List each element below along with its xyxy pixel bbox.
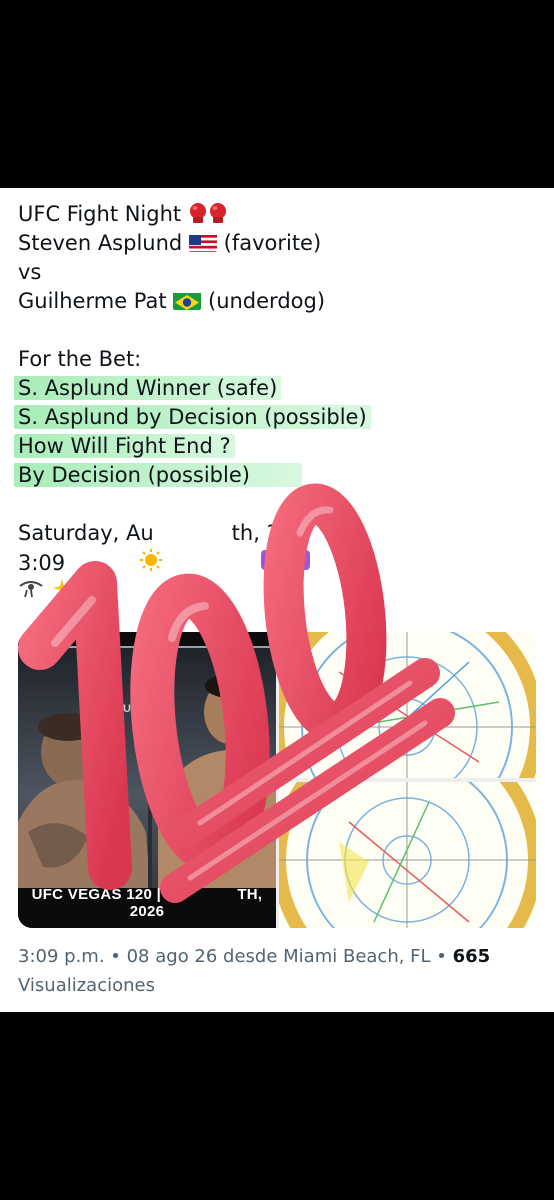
purple-square-icon bbox=[260, 549, 282, 579]
post-meta: 3:09 p.m. • 08 ago 26 desde Miami Beach,… bbox=[18, 942, 538, 1000]
fighters-graphic: UFC bbox=[18, 632, 276, 928]
sparkles-icon bbox=[51, 577, 73, 607]
post-line-time: 3:09 bbox=[18, 548, 311, 580]
post-line-fighter-1: Steven Asplund (favorite) bbox=[18, 231, 322, 255]
fight-poster-image[interactable]: UFC UFC VEGAS 120 | AU TH, 2026 bbox=[18, 632, 276, 928]
astrology-wheel-graphic bbox=[279, 782, 536, 928]
astrology-chart-image[interactable] bbox=[279, 782, 536, 928]
brazil-flag-icon bbox=[173, 291, 202, 310]
post-line-title: UFC Fight Night bbox=[18, 200, 228, 229]
astrology-wheel-graphic bbox=[279, 632, 536, 778]
boxing-glove-icon bbox=[208, 202, 228, 224]
post-line-symbols bbox=[18, 577, 73, 607]
eye-of-horus-icon bbox=[18, 577, 44, 607]
post-line-vs: vs bbox=[18, 260, 42, 284]
bet-line: S. Asplund Winner (safe) bbox=[14, 374, 282, 403]
us-flag-icon bbox=[188, 233, 217, 252]
poster-caption: UFC VEGAS 120 | AU TH, 2026 bbox=[31, 886, 263, 920]
views-label: Visualizaciones bbox=[18, 975, 155, 996]
ufc-logo-text: UFC bbox=[123, 703, 146, 715]
bet-line: By Decision (possible) bbox=[14, 461, 302, 490]
bet-line: How Will Fight End ? bbox=[14, 432, 235, 461]
post-line-bet-header: For the Bet: bbox=[18, 347, 142, 371]
post-timestamp[interactable]: 3:09 p.m. • 08 ago 26 desde Miami Beach,… bbox=[18, 946, 447, 967]
purple-square-icon bbox=[289, 549, 311, 579]
views-count: 665 bbox=[452, 946, 491, 967]
boxing-glove-icon bbox=[188, 202, 208, 224]
bet-line: S. Asplund by Decision (possible) bbox=[14, 403, 371, 432]
sun-icon bbox=[139, 548, 163, 580]
post-card: UFC Fight Night Steven Asplund (favorite… bbox=[0, 188, 554, 1012]
astrology-chart-image[interactable] bbox=[279, 632, 536, 778]
post-line-date: Saturday, Au th, 26 bbox=[18, 521, 312, 545]
post-line-fighter-2: Guilherme Pat (underdog) bbox=[18, 289, 326, 313]
media-grid[interactable]: UFC UFC VEGAS 120 | AU TH, 2026 bbox=[18, 632, 536, 928]
